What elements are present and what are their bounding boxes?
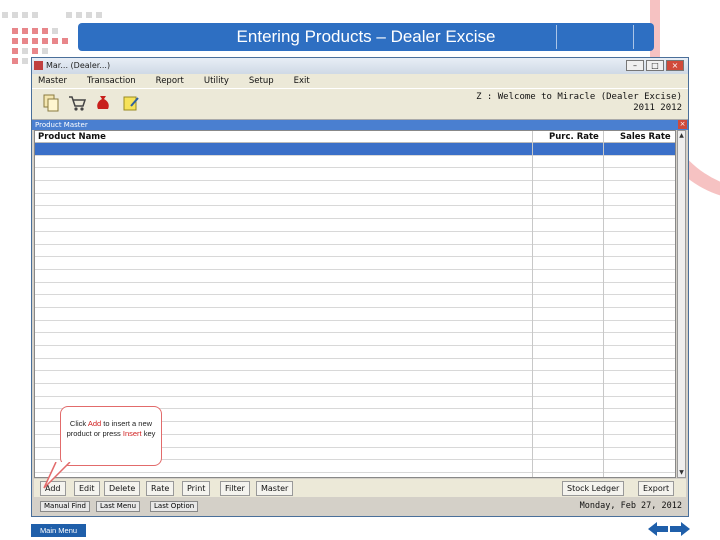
menu-setup[interactable]: Setup — [249, 74, 274, 88]
menu-report[interactable]: Report — [156, 74, 184, 88]
window-titlebar[interactable]: Mar... (Dealer...) – □ × — [32, 58, 688, 74]
table-row[interactable] — [35, 181, 675, 194]
column-purc-rate[interactable]: Purc. Rate — [549, 131, 599, 143]
grid-header: Product Name Purc. Rate Sales Rate — [35, 131, 675, 143]
table-row[interactable] — [35, 245, 675, 258]
status-date: Monday, Feb 27, 2012 — [579, 501, 682, 511]
financial-year: 2011 2012 — [633, 103, 682, 113]
table-row[interactable] — [35, 308, 675, 321]
column-product-name[interactable]: Product Name — [38, 131, 106, 143]
table-row[interactable] — [35, 384, 675, 397]
table-row[interactable] — [35, 257, 675, 270]
slide-navigation — [648, 521, 690, 537]
toolbar: Z : Welcome to Miracle (Dealer Excise) 2… — [32, 88, 688, 120]
minimize-icon[interactable]: – — [626, 60, 644, 71]
table-row[interactable] — [35, 270, 675, 283]
table-row[interactable] — [35, 219, 675, 232]
export-button[interactable]: Export — [638, 481, 675, 496]
main-menu-button[interactable]: Main Menu — [31, 524, 86, 537]
product-master-title: Product Master × — [32, 120, 688, 130]
callout-pointer — [43, 462, 71, 489]
menu-bar: Master Transaction Report Utility Setup … — [32, 74, 688, 88]
table-row[interactable] — [35, 359, 675, 372]
app-icon — [34, 61, 43, 70]
menu-master[interactable]: Master — [38, 74, 67, 88]
close-icon[interactable]: × — [666, 60, 684, 71]
vertical-scrollbar[interactable]: ▲ ▼ — [677, 130, 686, 478]
welcome-text: Z : Welcome to Miracle (Dealer Excise) — [476, 92, 682, 102]
table-row[interactable] — [35, 346, 675, 359]
menu-exit[interactable]: Exit — [294, 74, 310, 88]
table-row[interactable] — [35, 168, 675, 182]
master-button[interactable]: Master — [256, 481, 294, 496]
table-row[interactable] — [35, 283, 675, 296]
menu-transaction[interactable]: Transaction — [87, 74, 136, 88]
prev-arrow-icon[interactable] — [648, 521, 668, 537]
cart-icon[interactable] — [68, 94, 86, 112]
slide: Entering Products – Dealer Excise Mar...… — [0, 0, 720, 540]
welcome-info: Z : Welcome to Miracle (Dealer Excise) 2… — [476, 92, 682, 114]
window-title: Mar... (Dealer...) — [46, 61, 111, 70]
money-bag-icon[interactable] — [94, 94, 112, 112]
table-row[interactable] — [35, 371, 675, 385]
last-option-tab[interactable]: Last Option — [150, 501, 199, 512]
maximize-icon[interactable]: □ — [646, 60, 664, 71]
document-copy-icon[interactable] — [42, 94, 60, 112]
next-arrow-icon[interactable] — [670, 521, 690, 537]
table-row[interactable] — [35, 295, 675, 308]
callout-tip: Click Add to insert a new product or pre… — [60, 406, 162, 466]
stock-ledger-button[interactable]: Stock Ledger — [562, 481, 625, 496]
table-row[interactable] — [35, 156, 675, 169]
close-icon[interactable]: × — [678, 120, 687, 129]
table-row[interactable] — [35, 206, 675, 220]
status-bar: Manual Find Last Menu Last Option Monday… — [34, 499, 686, 514]
print-button[interactable]: Print — [182, 481, 211, 496]
column-sales-rate[interactable]: Sales Rate — [620, 131, 671, 143]
filter-button[interactable]: Filter — [220, 481, 250, 496]
table-row[interactable] — [35, 143, 675, 156]
manual-find-tab[interactable]: Manual Find — [40, 501, 91, 512]
action-buttons: Add Edit Delete Rate Print Filter Master… — [34, 479, 686, 497]
table-row[interactable] — [35, 194, 675, 207]
rate-button[interactable]: Rate — [146, 481, 175, 496]
table-row[interactable] — [35, 232, 675, 245]
note-edit-icon[interactable] — [122, 94, 140, 112]
last-menu-tab[interactable]: Last Menu — [96, 501, 141, 512]
table-row[interactable] — [35, 333, 675, 346]
table-row[interactable] — [35, 321, 675, 334]
menu-utility[interactable]: Utility — [204, 74, 229, 88]
slide-title: Entering Products – Dealer Excise — [78, 23, 654, 51]
delete-button[interactable]: Delete — [104, 481, 141, 496]
